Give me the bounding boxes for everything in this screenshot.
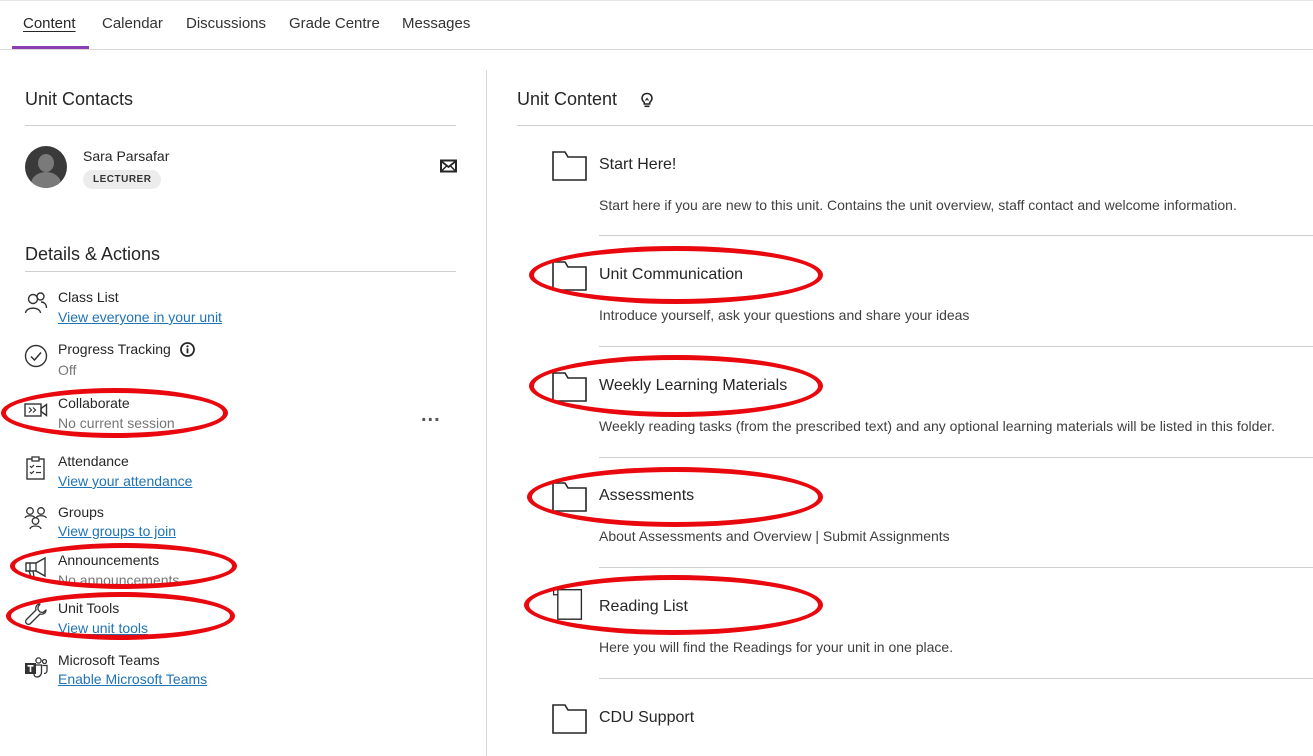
announcements-status: No announcements — [58, 572, 180, 588]
people-icon — [24, 292, 48, 314]
active-tab-indicator — [12, 46, 89, 49]
content-item-unit-communication[interactable]: Unit Communication — [599, 266, 743, 284]
attendance-label: Attendance — [58, 453, 129, 469]
content-item-description: Start here if you are new to this unit. … — [599, 197, 1237, 213]
content-item-start-here[interactable]: Start Here! — [599, 156, 676, 174]
announcements-label: Announcements — [58, 552, 160, 568]
divider — [599, 235, 1313, 236]
unit-tools-link[interactable]: View unit tools — [58, 620, 148, 636]
collaborate-label: Collaborate — [58, 395, 130, 411]
groups-label: Groups — [58, 504, 104, 520]
attendance-link[interactable]: View your attendance — [58, 473, 192, 489]
unit-contacts-heading: Unit Contacts — [25, 89, 134, 109]
class-list-label: Class List — [58, 289, 119, 305]
tab-content[interactable]: Content — [23, 15, 76, 32]
column-divider — [486, 70, 487, 756]
content-item-description: About Assessments and Overview | Submit … — [599, 528, 950, 544]
divider — [517, 125, 1313, 126]
class-list-link[interactable]: View everyone in your unit — [58, 309, 222, 325]
content-item-assessments[interactable]: Assessments — [599, 487, 694, 505]
lightbulb-icon[interactable] — [640, 92, 654, 109]
content-item-reading-list[interactable]: Reading List — [599, 598, 688, 616]
content-item-description: Weekly reading tasks (from the prescribe… — [599, 418, 1275, 434]
check-circle-icon — [24, 344, 48, 368]
checklist-icon — [26, 456, 45, 480]
contact-name: Sara Parsafar — [83, 148, 170, 164]
megaphone-icon — [25, 556, 46, 578]
folder-icon — [552, 482, 587, 512]
folder-icon — [552, 151, 587, 181]
details-actions-heading: Details & Actions — [25, 244, 161, 264]
video-icon — [24, 403, 48, 417]
unit-content-heading: Unit Content — [517, 89, 618, 109]
divider — [599, 457, 1313, 458]
unit-tools-label: Unit Tools — [58, 600, 120, 616]
content-item-weekly-learning-materials[interactable]: Weekly Learning Materials — [599, 377, 787, 395]
tab-discussions[interactable]: Discussions — [186, 15, 266, 32]
tab-bar: Content Calendar Discussions Grade Centr… — [0, 0, 1313, 50]
avatar — [25, 146, 67, 188]
content-item-description: Here you will find the Readings for your… — [599, 639, 954, 655]
wrench-icon — [24, 603, 47, 626]
info-icon[interactable] — [179, 342, 195, 357]
more-options-button[interactable]: ... — [421, 405, 441, 425]
divider — [25, 125, 456, 126]
groups-icon — [24, 507, 48, 530]
teams-icon — [25, 657, 48, 678]
tab-calendar[interactable]: Calendar — [102, 15, 163, 32]
role-badge: LECTURER — [83, 170, 162, 189]
content-item-description: Introduce yourself, ask your questions a… — [599, 307, 970, 323]
progress-tracking-label: Progress Tracking — [58, 341, 195, 357]
microsoft-teams-link[interactable]: Enable Microsoft Teams — [58, 671, 207, 687]
envelope-icon[interactable] — [440, 159, 457, 173]
folder-icon — [552, 704, 587, 734]
progress-tracking-status: Off — [58, 362, 77, 378]
microsoft-teams-label: Microsoft Teams — [58, 652, 160, 668]
divider — [599, 678, 1313, 679]
groups-link[interactable]: View groups to join — [58, 523, 176, 539]
divider — [599, 346, 1313, 347]
document-icon — [553, 589, 583, 620]
tab-grade-centre[interactable]: Grade Centre — [289, 15, 380, 32]
folder-icon — [552, 261, 587, 291]
divider — [599, 567, 1313, 568]
divider — [25, 271, 456, 272]
tab-messages[interactable]: Messages — [402, 15, 470, 32]
collaborate-status: No current session — [58, 415, 175, 431]
folder-icon — [552, 372, 587, 402]
progress-tracking-text: Progress Tracking — [58, 341, 171, 357]
content-item-cdu-support[interactable]: CDU Support — [599, 709, 694, 727]
